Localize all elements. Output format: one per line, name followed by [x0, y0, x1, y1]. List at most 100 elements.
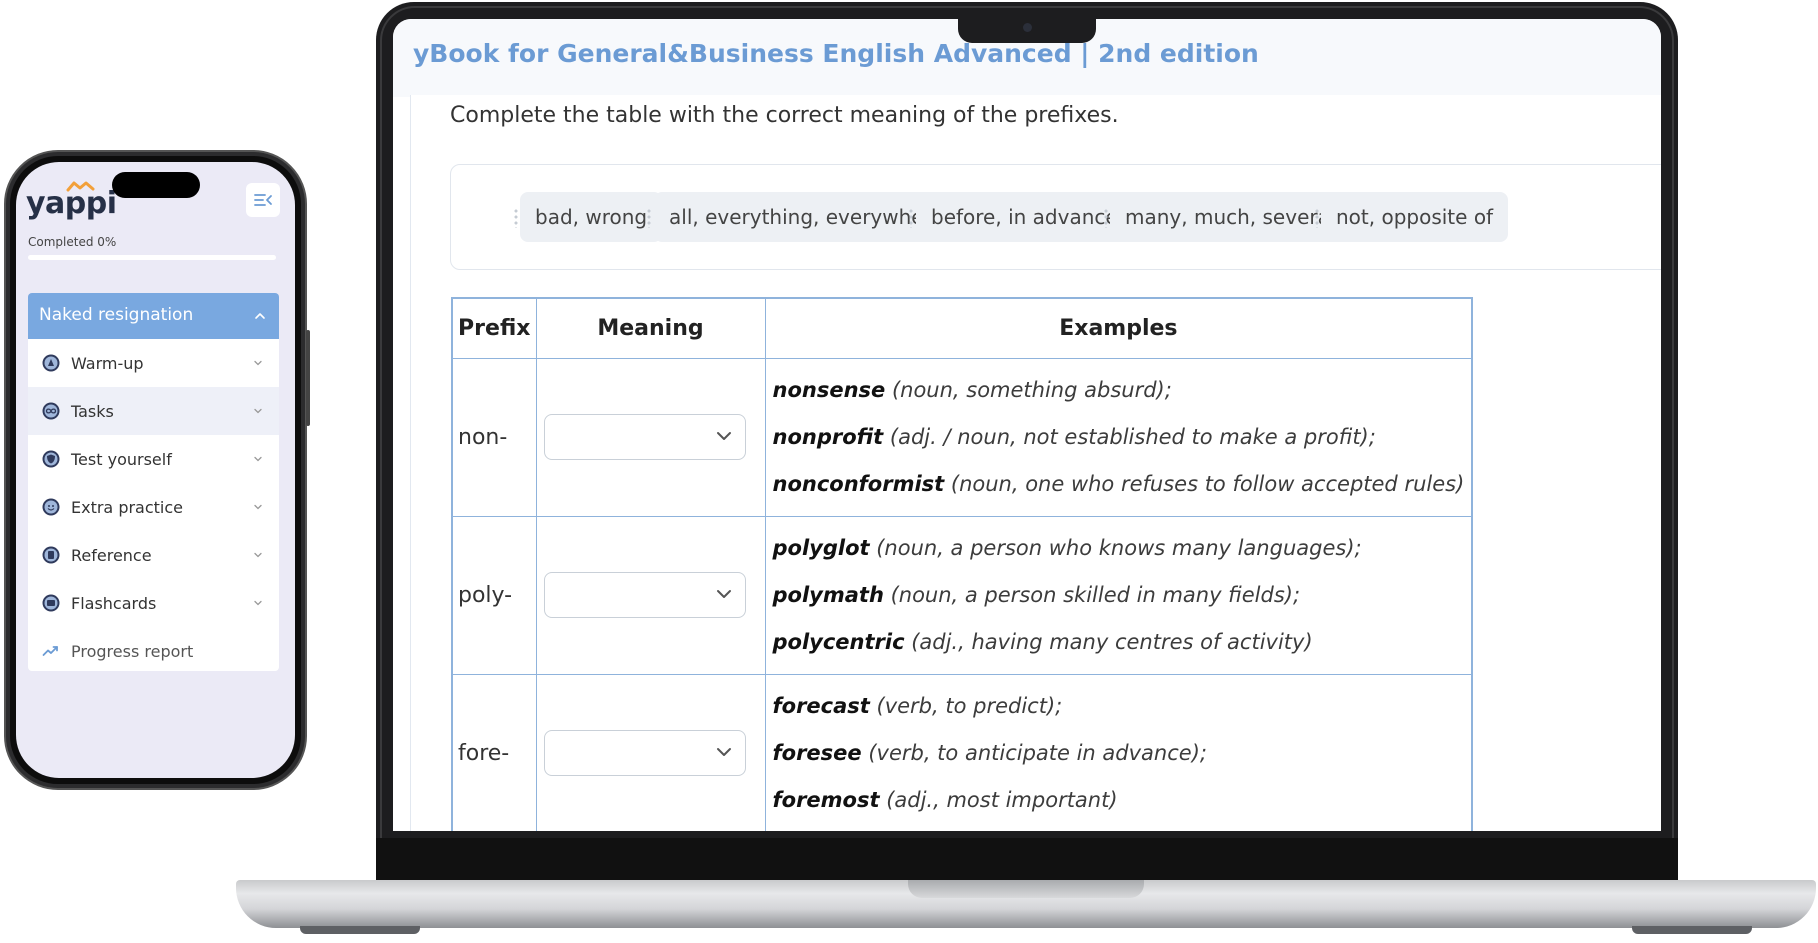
chevron-down-icon [254, 504, 262, 510]
example-line: forecast (verb, to predict); [773, 683, 1465, 730]
cards-icon [42, 594, 60, 612]
book-title[interactable]: yBook for General&Business English Advan… [413, 39, 1259, 68]
example-gloss: (noun, a person skilled in many fields); [883, 582, 1301, 607]
examples-cell: forecast (verb, to predict); foresee (ve… [764, 673, 1473, 831]
example-gloss: (adj., having many centres of activity) [904, 629, 1313, 654]
menu-item-label: Tasks [71, 402, 114, 421]
drag-handle-icon[interactable] [1314, 208, 1320, 228]
header-examples: Examples [764, 297, 1473, 359]
menu-item-label: Test yourself [71, 450, 172, 469]
example-word: polymath [772, 582, 884, 607]
example-line: polycentric (adj., having many centres o… [773, 619, 1465, 666]
laptop-foot-right [1632, 926, 1752, 934]
task-instruction: Complete the table with the correct mean… [450, 103, 1119, 128]
unit-menu: Warm-up Tasks Test yourself Extra practi… [28, 339, 279, 671]
chevron-down-icon [716, 432, 731, 440]
prefix-cell: fore- [451, 673, 537, 831]
word-chip[interactable]: before, in advance [916, 192, 1133, 242]
phone-side-button [306, 330, 310, 426]
word-chip[interactable]: bad, wrong [520, 192, 663, 242]
phone-screen: yappi Completed 0% Naked resignation War… [16, 162, 295, 778]
word-bank: bad, wrong all, everything, everywhere b… [450, 164, 1661, 270]
menu-item-reference[interactable]: Reference [28, 531, 279, 579]
example-line: foresee (verb, to anticipate in advance)… [773, 730, 1465, 777]
laptop-screen: yBook for General&Business English Advan… [393, 19, 1661, 831]
table-row: fore- forecast (verb, to predict); fores… [451, 673, 1473, 831]
example-word: forecast [772, 693, 870, 718]
yappi-logo[interactable]: yappi [26, 180, 117, 221]
menu-item-label: Extra practice [71, 498, 184, 517]
example-gloss: (adj. / noun, not established to make a … [883, 424, 1376, 449]
meaning-dropdown[interactable] [543, 414, 746, 460]
example-gloss: (verb, to predict); [869, 693, 1063, 718]
example-gloss: (noun, something absurd); [885, 377, 1172, 402]
example-line: polyglot (noun, a person who knows many … [773, 525, 1465, 572]
meaning-cell [535, 673, 766, 831]
example-word: polycentric [772, 629, 905, 654]
examples-cell: nonsense (noun, something absurd); nonpr… [764, 357, 1473, 517]
menu-item-label: Reference [71, 546, 152, 565]
meaning-cell [535, 357, 766, 517]
drag-handle-icon[interactable] [908, 208, 914, 228]
unit-accordion-header[interactable]: Naked resignation [28, 293, 279, 339]
chevron-down-icon [254, 408, 262, 414]
book-icon [42, 546, 60, 564]
menu-item-tasks[interactable]: Tasks [28, 387, 279, 435]
example-word: foresee [772, 740, 862, 765]
chevron-down-icon [716, 590, 731, 598]
header-prefix: Prefix [451, 297, 537, 359]
examples-cell: polyglot (noun, a person who knows many … [764, 515, 1473, 675]
example-line: foremost (adj., most important) [773, 777, 1465, 824]
progress-bar [28, 255, 276, 260]
header-meaning: Meaning [535, 297, 766, 359]
menu-item-progress-report[interactable]: Progress report [28, 627, 279, 675]
table-row: poly- polyglot (noun, a person who knows… [451, 515, 1473, 675]
chevron-down-icon [254, 360, 262, 366]
laptop-chin [376, 838, 1678, 880]
menu-item-test-yourself[interactable]: Test yourself [28, 435, 279, 483]
phone-dynamic-island [112, 172, 200, 198]
lamp-icon [42, 354, 60, 372]
example-word: nonsense [772, 377, 886, 402]
meaning-dropdown[interactable] [543, 572, 746, 618]
menu-item-label: Warm-up [71, 354, 144, 373]
example-line: nonsense (noun, something absurd); [773, 367, 1465, 414]
collapse-menu-button[interactable] [246, 183, 280, 217]
menu-item-extra-practice[interactable]: Extra practice [28, 483, 279, 531]
example-gloss: (noun, a person who knows many languages… [869, 535, 1362, 560]
chevron-down-icon [716, 748, 731, 756]
example-word: nonconformist [772, 471, 945, 496]
drag-handle-icon[interactable] [1103, 208, 1109, 228]
example-word: nonprofit [772, 424, 884, 449]
word-chip[interactable]: not, opposite of [1321, 192, 1509, 242]
menu-item-flashcards[interactable]: Flashcards [28, 579, 279, 627]
example-line: nonconformist (noun, one who refuses to … [773, 461, 1465, 508]
chevron-down-icon [254, 456, 262, 462]
prefix-cell: poly- [451, 515, 537, 675]
chevron-down-icon [254, 600, 262, 606]
trend-icon [42, 646, 58, 656]
meaning-dropdown[interactable] [543, 730, 746, 776]
example-line: nonprofit (adj. / noun, not established … [773, 414, 1465, 461]
example-gloss: (verb, to anticipate in advance); [861, 740, 1207, 765]
drag-handle-icon[interactable] [646, 208, 652, 228]
completed-label: Completed 0% [28, 235, 117, 249]
meaning-cell [535, 515, 766, 675]
prefix-cell: non- [451, 357, 537, 517]
example-gloss: (adj., most important) [879, 787, 1118, 812]
drag-handle-icon[interactable] [513, 208, 519, 228]
chevron-up-icon [255, 313, 265, 319]
laptop-foot-left [300, 926, 420, 934]
infinity-icon [42, 402, 60, 420]
table-header-row: Prefix Meaning Examples [451, 297, 1473, 359]
example-line: polymath (noun, a person skilled in many… [773, 572, 1465, 619]
table-row: non- nonsense (noun, something absurd); … [451, 357, 1473, 517]
menu-item-warm-up[interactable]: Warm-up [28, 339, 279, 387]
camera-icon [1023, 23, 1032, 32]
device-mockup: yBook for General&Business English Advan… [0, 0, 1818, 943]
example-word: foremost [772, 787, 880, 812]
laptop-opening-groove [908, 880, 1144, 898]
logo-text: yappi [26, 186, 117, 221]
smile-icon [42, 498, 60, 516]
prefix-table: Prefix Meaning Examples non- nonsense (n… [451, 297, 1474, 831]
